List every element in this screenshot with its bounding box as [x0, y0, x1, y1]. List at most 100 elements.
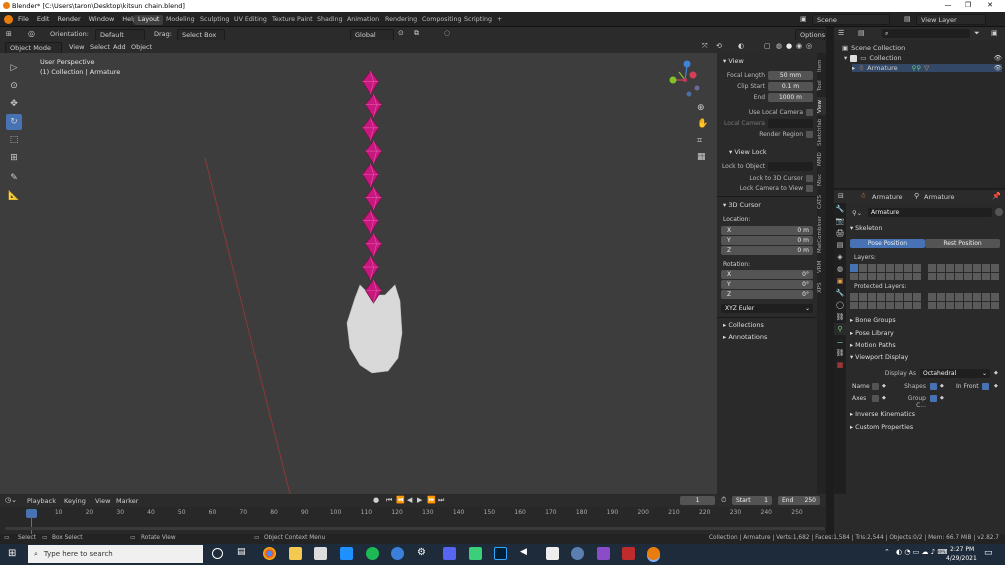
pin-icon[interactable]: 📌	[992, 192, 1001, 200]
use-local-camera-checkbox[interactable]	[806, 109, 813, 116]
shapes-anim-dot[interactable]: ◆	[940, 383, 944, 389]
chrome-icon[interactable]	[263, 547, 276, 560]
3d-cursor-header[interactable]: ▾ 3D Cursor	[719, 201, 761, 209]
render-region-checkbox[interactable]	[806, 131, 813, 138]
armature-row[interactable]: ▸ ☃ Armature ⚲⚲ ▽ 👁	[852, 64, 1002, 72]
mail-icon[interactable]	[340, 547, 353, 560]
lock-camera-to-view-checkbox[interactable]	[806, 185, 813, 192]
menu-object[interactable]: Object	[131, 43, 152, 51]
focal-length-field[interactable]: 50 mm	[768, 71, 813, 80]
scene-tab-icon[interactable]: ◈	[834, 251, 846, 263]
display-mode-icon[interactable]: ▤	[858, 29, 865, 37]
tab-mmd[interactable]: MMD	[817, 150, 826, 168]
menu-keying[interactable]: Keying	[64, 497, 86, 505]
group-colors-anim-dot[interactable]: ◆	[940, 395, 944, 401]
taskbar-search-box[interactable]: ⌕ Type here to search	[28, 545, 203, 563]
cursor-location-x[interactable]: X0 m	[721, 226, 813, 235]
current-frame-field[interactable]: 1	[680, 496, 715, 505]
render-tab-icon[interactable]: 📷	[834, 215, 846, 227]
app-orb-icon[interactable]	[571, 547, 584, 560]
menu-window[interactable]: Window	[89, 15, 115, 23]
menu-playback[interactable]: Playback	[27, 497, 56, 505]
prev-keyframe-icon[interactable]: ⏪	[396, 496, 405, 504]
clip-start-field[interactable]: 0.1 m	[768, 82, 813, 91]
clock-date[interactable]: 4/29/2021	[946, 555, 977, 562]
menu-select[interactable]: Select	[90, 43, 110, 51]
tray-icons[interactable]: ◐ ◔ ▭ ☁ ♪ ⌨	[896, 548, 948, 556]
timeline[interactable]: 10 20 30 40 50 60 70 80 90 100 110 120 130 140 150 160 1…	[0, 507, 826, 534]
select-tool-icon[interactable]: ▷	[6, 60, 22, 76]
rest-position-button[interactable]: Rest Position	[925, 239, 1000, 248]
in-front-checkbox[interactable]	[982, 383, 989, 390]
pose-position-button[interactable]: Pose Position	[850, 239, 925, 248]
outliner-editor-icon[interactable]: ☰	[838, 29, 844, 37]
view-lock-header[interactable]: ▾ View Lock	[725, 148, 767, 156]
annotate-tool-icon[interactable]: ✎	[6, 170, 22, 186]
shapes-checkbox[interactable]	[930, 383, 937, 390]
camera-view-icon[interactable]: ⌗	[697, 136, 702, 146]
tab-sculpting[interactable]: Sculpting	[196, 15, 233, 25]
tool-tab-icon[interactable]: 🔧	[834, 203, 846, 215]
fake-user-icon[interactable]	[995, 208, 1003, 216]
clock-time[interactable]: 2:27 PM	[950, 546, 974, 553]
collections-section[interactable]: ▸ Collections	[719, 321, 764, 329]
zoom-icon[interactable]: ⊕	[697, 103, 705, 113]
tab-view[interactable]: View	[817, 97, 826, 115]
3d-viewport[interactable]: User Perspective (1) Collection | Armatu…	[0, 53, 717, 494]
name-checkbox[interactable]	[872, 383, 879, 390]
epic-games-icon[interactable]: ◀	[520, 547, 533, 560]
menu-marker[interactable]: Marker	[116, 497, 138, 505]
world-tab-icon[interactable]: ◍	[834, 263, 846, 275]
transform-tool-icon[interactable]: ⊞	[6, 150, 22, 166]
cursor-rotation-x[interactable]: X 0°	[721, 270, 813, 279]
display-as-anim-dot[interactable]: ◆	[994, 370, 998, 376]
editor-type-icon[interactable]: ⊞	[6, 30, 12, 38]
tab-xps[interactable]: XPS	[817, 279, 826, 297]
tab-modeling[interactable]: Modeling	[162, 15, 199, 25]
tab-animation[interactable]: Animation	[343, 15, 383, 25]
start-frame-field[interactable]: Start 1	[732, 496, 772, 505]
armature-name-field[interactable]: Armature	[868, 208, 992, 217]
measure-tool-icon[interactable]: 📐	[6, 188, 22, 204]
cursor-tool-icon[interactable]: ⊙	[6, 78, 22, 94]
rendered-shading-icon[interactable]: ◎	[806, 42, 812, 50]
menu-edit[interactable]: Edit	[37, 15, 50, 23]
collection-row[interactable]: ▾ ▭ Collection 👁	[844, 54, 1002, 62]
bone-tab-icon[interactable]: ⚊	[834, 335, 846, 347]
menu-add[interactable]: Add	[113, 43, 126, 51]
discord-icon[interactable]	[443, 547, 456, 560]
annotations-section[interactable]: ▸ Annotations	[719, 333, 767, 341]
proportional-edit-icon[interactable]: ◌	[444, 29, 450, 37]
view-layer-tab-icon[interactable]: ▤	[834, 239, 846, 251]
tab-vrm[interactable]: VRM	[817, 258, 826, 276]
display-as-dropdown[interactable]: Octahedral ⌄	[920, 369, 990, 378]
material-shading-icon[interactable]: ◉	[796, 42, 802, 50]
group-colors-checkbox[interactable]	[930, 395, 937, 402]
cursor-location-z[interactable]: Z0 m	[721, 246, 813, 255]
modifier-tab-icon[interactable]: 🔧	[834, 287, 846, 299]
collection-checkbox[interactable]	[850, 54, 858, 62]
tab-rendering[interactable]: Rendering	[381, 15, 421, 25]
physics-tab-icon[interactable]: ◯	[834, 299, 846, 311]
bone-groups-section[interactable]: ▸ Bone Groups	[850, 317, 896, 324]
overlay-icon[interactable]: ◐	[738, 42, 744, 50]
app-b-icon[interactable]	[391, 547, 404, 560]
blender-menu-icon[interactable]	[4, 15, 13, 24]
collapse-icon[interactable]: ▾	[844, 54, 847, 62]
skeleton-section[interactable]: ▾ Skeleton	[850, 225, 882, 232]
perspective-grid-icon[interactable]: ▦	[697, 152, 706, 162]
texture-tab-icon[interactable]: ▦	[834, 359, 846, 371]
tab-texture-paint[interactable]: Texture Paint	[268, 15, 317, 25]
visibility-eye-icon[interactable]: 👁	[994, 54, 1002, 62]
armature-visibility-eye-icon[interactable]: 👁	[994, 64, 1002, 72]
gizmo-toggle-icon[interactable]: ⤧	[702, 42, 708, 51]
layers-grid[interactable]	[850, 264, 1000, 280]
chat-app-icon[interactable]	[469, 547, 482, 560]
transform-gizmo-icon[interactable]: ⟲	[716, 42, 722, 50]
constraints-tab-icon[interactable]: ⛓	[834, 311, 846, 323]
steam-icon[interactable]: ⚙	[417, 547, 430, 560]
task-view-icon[interactable]: ▤	[237, 547, 250, 560]
blender-taskbar-icon[interactable]	[647, 547, 660, 560]
cortana-icon[interactable]	[212, 548, 223, 559]
tab-sketchfab[interactable]: Sketchfab	[817, 117, 826, 147]
